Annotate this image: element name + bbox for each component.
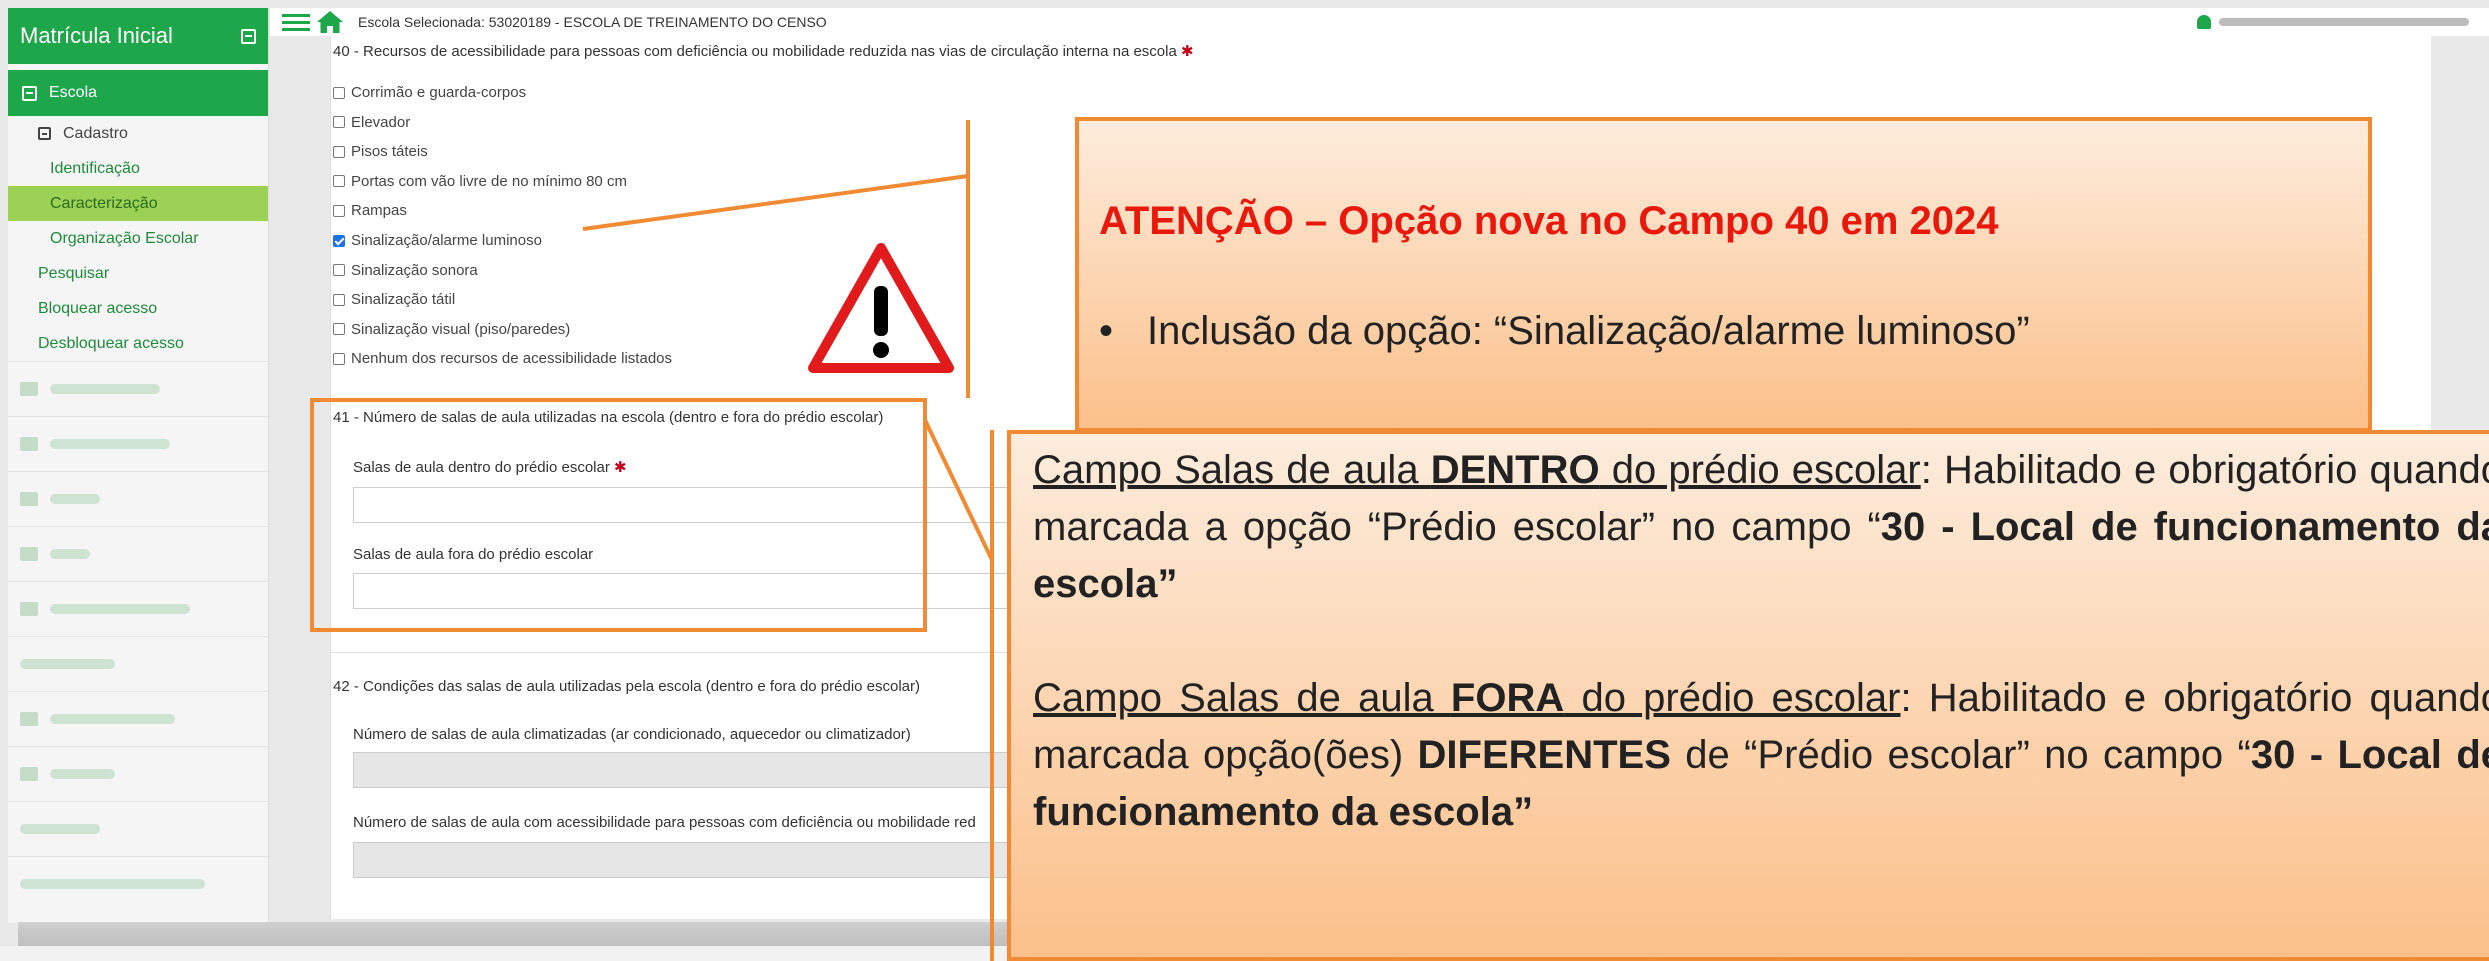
warning-icon [808, 243, 954, 373]
text-run: do prédio escolar [1599, 448, 1921, 492]
text-run: FORA [1450, 676, 1565, 720]
connector-line [582, 174, 969, 231]
rule-field-name: Campo Salas de aula FORA do prédio escol… [1033, 676, 1900, 720]
rule-paragraph-fora: Campo Salas de aula FORA do prédio escol… [1033, 670, 2489, 841]
callout-new-option: ATENÇÃO – Opção nova no Campo 40 em 2024… [1075, 117, 2372, 432]
rule-paragraph-dentro: Campo Salas de aula DENTRO do prédio esc… [1033, 442, 2489, 613]
text-run: Campo Salas de aula [1033, 448, 1431, 492]
text-run: DENTRO [1430, 448, 1600, 492]
text-run: de “Prédio escolar” no campo “ [1670, 733, 2251, 777]
callout-bullet-item: • Inclusão da opção: “Sinalização/alarme… [1099, 309, 2030, 354]
connector-line [923, 419, 994, 561]
text-run: do prédio escolar [1564, 676, 1901, 720]
callout-heading: ATENÇÃO – Opção nova no Campo 40 em 2024 [1099, 199, 1999, 243]
callout-bullet-text: Inclusão da opção: “Sinalização/alarme l… [1147, 309, 2030, 353]
text-run: DIFERENTES [1417, 733, 1671, 777]
text-run: Campo Salas de aula [1033, 676, 1451, 720]
rule-field-name: Campo Salas de aula DENTRO do prédio esc… [1033, 448, 1921, 492]
bullet-icon: • [1099, 309, 1114, 353]
callout-field-rules: Campo Salas de aula DENTRO do prédio esc… [1007, 430, 2489, 961]
